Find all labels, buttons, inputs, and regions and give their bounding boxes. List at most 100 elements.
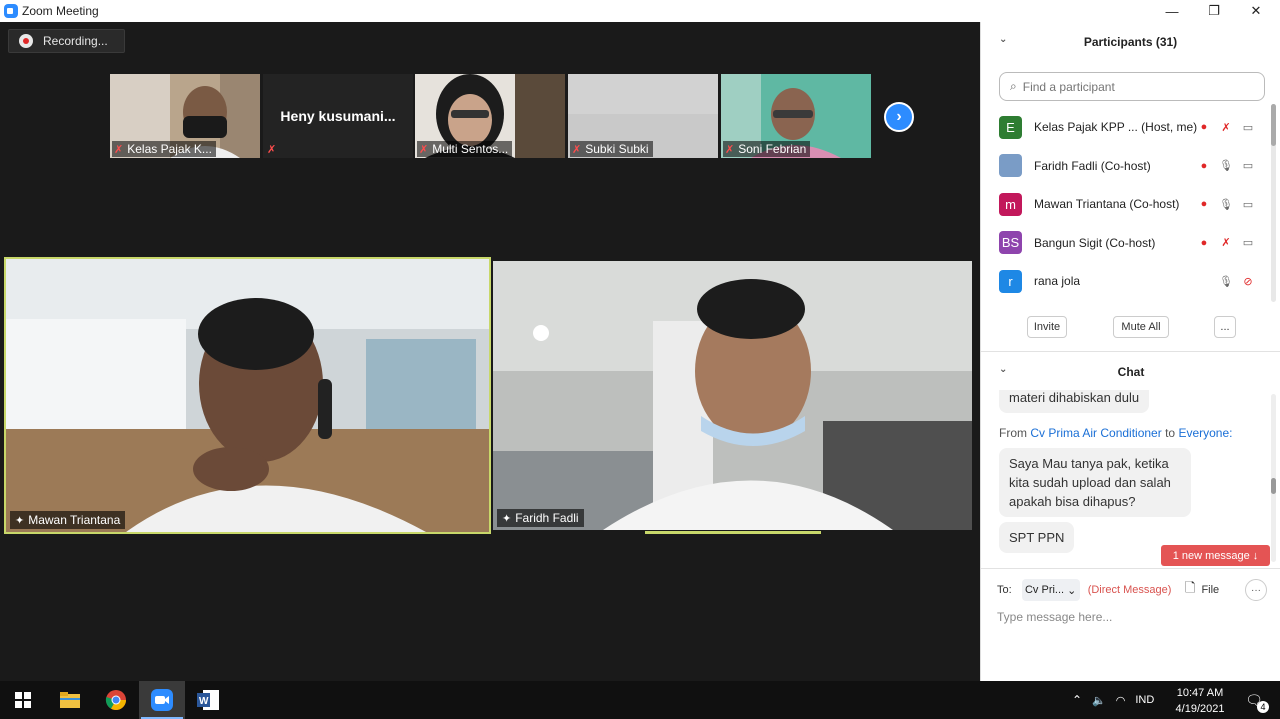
participant-row[interactable]: r rana jola 🎙 ⊘ [999, 262, 1269, 301]
video-name: Faridh Fadli [515, 511, 579, 525]
zoom-taskbar-button[interactable] [139, 681, 185, 719]
participant-scrollbar[interactable] [1271, 104, 1276, 302]
chrome-icon [105, 690, 126, 710]
close-button[interactable]: ✕ [1236, 0, 1276, 22]
participant-thumbnail[interactable]: ✗ Kelas Pajak K... [110, 74, 260, 158]
mic-icon[interactable]: 🎙 [1219, 275, 1233, 288]
pin-icon: ✦ [502, 512, 512, 525]
chat-title: Chat [1117, 365, 1145, 379]
next-page-button[interactable]: › [884, 102, 914, 132]
start-button[interactable] [0, 681, 46, 719]
mic-muted-icon: ✗ [725, 143, 735, 156]
chat-recipient-row: To: Cv Pri... ⌄ (Direct Message) 🗋 File ·… [997, 578, 1273, 602]
title-bar: Zoom Meeting — ❐ ✕ [0, 0, 1280, 22]
new-message-button[interactable]: 1 new message ↓ [1161, 545, 1270, 566]
participant-row[interactable]: Faridh Fadli (Co-host) ● 🎙 ▭ [999, 147, 1269, 186]
video-icon[interactable]: ▭ [1241, 159, 1255, 172]
recording-status-icon: ● [1200, 198, 1208, 210]
mute-all-button[interactable]: Mute All [1113, 316, 1169, 338]
clock-date: 4/19/2021 [1175, 703, 1225, 715]
recording-label: Recording... [43, 34, 108, 48]
video-tile[interactable]: ✦ Faridh Fadli [493, 261, 972, 530]
zoom-logo-icon [4, 4, 18, 18]
mic-muted-icon: ✗ [267, 144, 277, 156]
notification-button[interactable]: 🗨 4 [1234, 681, 1274, 719]
search-icon: ⌕ [1010, 79, 1017, 93]
video-off-icon[interactable]: ⊘ [1241, 275, 1255, 288]
participant-row[interactable]: BS Bangun Sigit (Co-host) ● ✗ ▭ [999, 224, 1269, 263]
mic-icon[interactable]: 🎙 [1219, 159, 1233, 172]
chat-more-button[interactable]: ··· [1245, 579, 1267, 601]
chevron-up-icon[interactable]: ⌃ [1072, 693, 1082, 707]
more-options-button[interactable]: ... [1214, 316, 1236, 338]
participant-row[interactable]: E Kelas Pajak KPP ... (Host, me) ● ✗ ▭ [999, 108, 1269, 147]
mic-muted-icon[interactable]: ✗ [1219, 236, 1233, 249]
avatar: BS [999, 231, 1022, 255]
thumbnail-name: Subki Subki [585, 142, 649, 156]
participant-name: Kelas Pajak KPP ... (Host, me) [1034, 120, 1198, 135]
video-icon[interactable]: ▭ [1241, 121, 1255, 134]
chat-message-input[interactable] [997, 607, 1263, 627]
minimize-button[interactable]: — [1152, 0, 1192, 22]
thumbnail-display-name: Heny kusumani... [280, 108, 396, 124]
zoom-icon [151, 689, 173, 711]
speaker-muted-icon[interactable]: 🔈 [1092, 694, 1106, 707]
avatar: r [999, 269, 1022, 293]
participant-search-input[interactable] [1022, 79, 1243, 94]
participant-name: Bangun Sigit (Co-host) [1034, 235, 1156, 250]
collapse-chevron-icon[interactable]: ⌄ [999, 364, 1007, 375]
wifi-icon[interactable]: ◠ [1116, 694, 1126, 707]
folder-icon [60, 692, 80, 708]
mic-muted-icon: ✗ [419, 143, 429, 156]
side-panel: ⌄ Participants (31) ⌕ E Kelas Pajak KPP .… [980, 22, 1280, 681]
chat-message: Saya Mau tanya pak, ketika kita sudah up… [999, 448, 1191, 517]
to-label: To: [997, 584, 1012, 596]
mic-muted-icon: ✗ [572, 143, 582, 156]
file-explorer-button[interactable] [47, 681, 93, 719]
recording-status-icon: ● [1200, 121, 1208, 133]
avatar: E [999, 115, 1022, 139]
notification-count: 4 [1257, 701, 1269, 713]
window-title: Zoom Meeting [22, 4, 99, 18]
language-indicator[interactable]: IND [1135, 694, 1154, 706]
thumbnail-name: Multi Sentos... [432, 142, 509, 156]
participants-header: ⌄ Participants (31) [981, 22, 1280, 62]
chrome-button[interactable] [93, 681, 139, 719]
recording-icon [19, 34, 33, 48]
file-button[interactable]: 🗋 File [1185, 578, 1219, 602]
recording-indicator[interactable]: Recording... [8, 29, 125, 53]
participant-search[interactable]: ⌕ [999, 72, 1265, 101]
participant-thumbnail[interactable]: Heny kusumani... ✗ [263, 74, 413, 158]
chat-messages[interactable]: materi dihabiskan dulu From Cv Prima Air… [981, 390, 1280, 566]
pin-icon: ✦ [15, 514, 25, 527]
invite-button[interactable]: Invite [1027, 316, 1067, 338]
collapse-chevron-icon[interactable]: ⌄ [999, 34, 1007, 45]
participant-thumbnail[interactable]: ✗ Soni Febrian [721, 74, 871, 158]
participant-row[interactable]: m Mawan Triantana (Co-host) ● 🎙 ▭ [999, 185, 1269, 224]
recipient-select[interactable]: Cv Pri... ⌄ [1021, 579, 1080, 601]
mic-icon[interactable]: 🎙 [1219, 198, 1233, 211]
video-icon[interactable]: ▭ [1241, 198, 1255, 211]
video-icon[interactable]: ▭ [1241, 236, 1255, 249]
participant-thumbnail[interactable]: ✗ Subki Subki [568, 74, 718, 158]
participant-name: rana jola [1034, 274, 1081, 289]
word-button[interactable]: W [185, 681, 231, 719]
sender-name[interactable]: Cv Prima Air Conditioner [1030, 426, 1161, 440]
chat-scrollbar[interactable] [1271, 394, 1276, 562]
windows-taskbar: W ⌃ 🔈 ◠ IND 10:47 AM 4/19/2021 🗨 4 [0, 681, 1280, 719]
taskbar-clock[interactable]: 10:47 AM 4/19/2021 [1168, 685, 1232, 717]
word-icon: W [197, 690, 219, 710]
file-icon: 🗋 [1185, 580, 1196, 595]
zoom-window: Zoom Meeting — ❐ ✕ Recording... ✗ Kelas P… [0, 0, 1280, 681]
chat-header: ⌄ Chat [981, 352, 1280, 392]
video-tile-speaker[interactable]: ✦ Mawan Triantana [6, 259, 489, 532]
mic-muted-icon[interactable]: ✗ [1219, 121, 1233, 134]
restore-button[interactable]: ❐ [1194, 0, 1234, 22]
svg-text:W: W [199, 696, 209, 707]
recipient-name[interactable]: Everyone: [1178, 426, 1232, 440]
thumbnail-name: Soni Febrian [738, 142, 807, 156]
participant-thumbnail[interactable]: ✗ Multi Sentos... [415, 74, 565, 158]
thumbnail-name: Kelas Pajak K... [127, 142, 212, 156]
message-sender-line: From Cv Prima Air Conditioner to Everyon… [999, 426, 1233, 440]
participant-name: Faridh Fadli (Co-host) [1034, 158, 1151, 173]
